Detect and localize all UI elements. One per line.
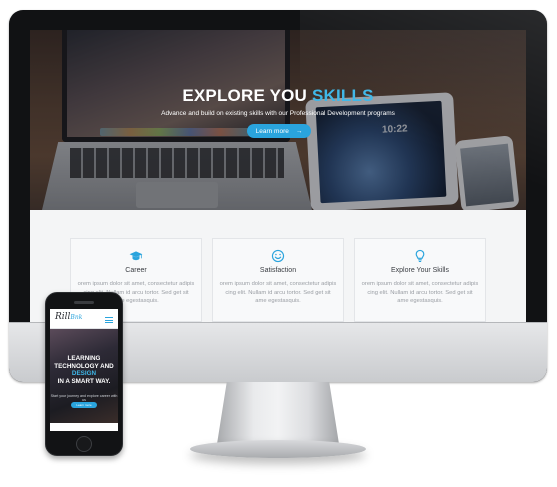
hero-subtitle: Advance and build on existing skills wit… xyxy=(161,110,395,117)
iphone-home-button[interactable] xyxy=(76,436,92,452)
mobile-logo[interactable]: RillBnk xyxy=(55,312,82,322)
mobile-navbar: RillBnk xyxy=(50,309,118,329)
mobile-hero-title: LEARNING TECHNOLOGY AND DESIGN IN A SMAR… xyxy=(50,355,118,385)
lightbulb-icon xyxy=(415,249,425,263)
feature-text: orem ipsum dolor sit amet, consectetur a… xyxy=(361,281,479,304)
feature-title: Career xyxy=(125,267,147,274)
mobile-screen: RillBnk LEARNING TECHNOLOGY AND DESIGN I… xyxy=(50,309,118,431)
feature-title: Satisfaction xyxy=(259,267,297,274)
mobile-logo-text: Rill xyxy=(55,312,71,322)
learn-more-label: Learn more xyxy=(255,127,289,135)
desktop-screen: 10:22 EXPLORE YOU SKILLS Advance and bui… xyxy=(30,30,526,322)
feature-card-explore-skills: Explore Your Skills orem ipsum dolor sit… xyxy=(354,238,486,322)
mobile-title-line: TECHNOLOGY AND xyxy=(54,362,114,370)
mobile-learn-more-button[interactable]: Learn more xyxy=(71,402,97,408)
mobile-title-line: IN A SMART WAY. xyxy=(57,377,111,385)
feature-card-satisfaction: Satisfaction orem ipsum dolor sit amet, … xyxy=(212,238,344,322)
arrow-right-icon: → xyxy=(295,127,303,135)
hero-title-main: EXPLORE YOU xyxy=(182,86,308,105)
hamburger-menu-icon[interactable] xyxy=(105,317,113,323)
mobile-hero-subtitle: Start your journey and explore career wi… xyxy=(50,394,118,402)
imac-stand-foot xyxy=(190,440,366,458)
mobile-logo-mark: Bnk xyxy=(70,314,83,321)
mobile-title-line: LEARNING xyxy=(67,355,101,362)
hero-banner: 10:22 EXPLORE YOU SKILLS Advance and bui… xyxy=(30,30,526,210)
smiley-icon xyxy=(271,249,285,263)
graduation-cap-icon xyxy=(129,251,143,261)
mobile-title-accent: DESIGN xyxy=(71,370,97,378)
hero-title: EXPLORE YOU SKILLS xyxy=(30,86,526,106)
feature-text: orem ipsum dolor sit amet, consectetur a… xyxy=(219,281,337,304)
feature-title: Explore Your Skills xyxy=(391,267,449,274)
hero-title-accent: SKILLS xyxy=(311,86,374,105)
iphone-speaker xyxy=(74,301,94,304)
learn-more-button[interactable]: Learn more → xyxy=(247,124,311,138)
imac-stand-neck xyxy=(217,382,339,444)
hero-overlay xyxy=(30,30,526,210)
